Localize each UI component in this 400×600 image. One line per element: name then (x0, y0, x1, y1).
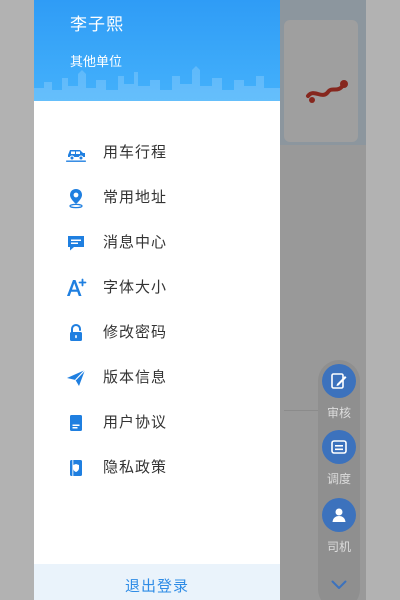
menu-item-trips[interactable]: 用车行程 (34, 130, 280, 175)
dispatch-label: 调度 (326, 472, 351, 486)
menu-label-trips: 用车行程 (103, 143, 168, 161)
side-drawer: 李子熙 其他单位 用车行程 常用地址 消息中心 字体大小 修改密码 版本信息 用… (34, 0, 280, 600)
screen: 审核 调度 司机 李子熙 其他单位 用车行程 常用地址 消息中心 字体大小 修改… (0, 0, 400, 600)
menu-label-version: 版本信息 (103, 368, 168, 386)
drawer-header: 李子熙 其他单位 (34, 0, 280, 101)
lock-icon (65, 322, 87, 344)
review-button[interactable]: 审核 (321, 364, 357, 421)
menu-label-addresses: 常用地址 (103, 188, 168, 206)
menu-item-font-size[interactable]: 字体大小 (34, 265, 280, 310)
message-icon (65, 232, 87, 254)
menu-label-privacy: 隐私政策 (103, 458, 168, 476)
menu-label-password: 修改密码 (103, 323, 168, 341)
car-trip-icon (65, 142, 87, 164)
dispatch-icon (322, 430, 356, 464)
font-size-icon (65, 277, 87, 299)
user-organization: 其他单位 (70, 55, 123, 70)
privacy-book-icon (65, 457, 87, 479)
user-name: 李子熙 (70, 15, 124, 35)
driver-label: 司机 (326, 540, 351, 554)
menu-item-privacy[interactable]: 隐私政策 (34, 445, 280, 490)
menu-item-version[interactable]: 版本信息 (34, 355, 280, 400)
menu-item-addresses[interactable]: 常用地址 (34, 175, 280, 220)
paper-plane-icon (65, 367, 87, 389)
menu-item-messages[interactable]: 消息中心 (34, 220, 280, 265)
logout-label: 退出登录 (124, 576, 189, 595)
logout-button[interactable]: 退出登录 (34, 564, 280, 600)
dispatch-button[interactable]: 调度 (321, 430, 357, 487)
review-edit-icon (322, 364, 356, 398)
menu-label-messages: 消息中心 (103, 233, 168, 251)
quick-action-bar: 审核 调度 司机 (318, 360, 360, 600)
menu-item-agreement[interactable]: 用户协议 (34, 400, 280, 445)
drawer-menu: 用车行程 常用地址 消息中心 字体大小 修改密码 版本信息 用户协议 隐私政策 (34, 130, 280, 490)
driver-icon (322, 498, 356, 532)
menu-item-password[interactable]: 修改密码 (34, 310, 280, 355)
agreement-doc-icon (65, 412, 87, 434)
menu-label-font-size: 字体大小 (103, 278, 168, 296)
location-pin-icon (65, 187, 87, 209)
menu-label-agreement: 用户协议 (103, 413, 168, 431)
review-label: 审核 (326, 406, 351, 420)
chevron-down-icon[interactable] (330, 576, 348, 594)
driver-button[interactable]: 司机 (321, 498, 357, 555)
